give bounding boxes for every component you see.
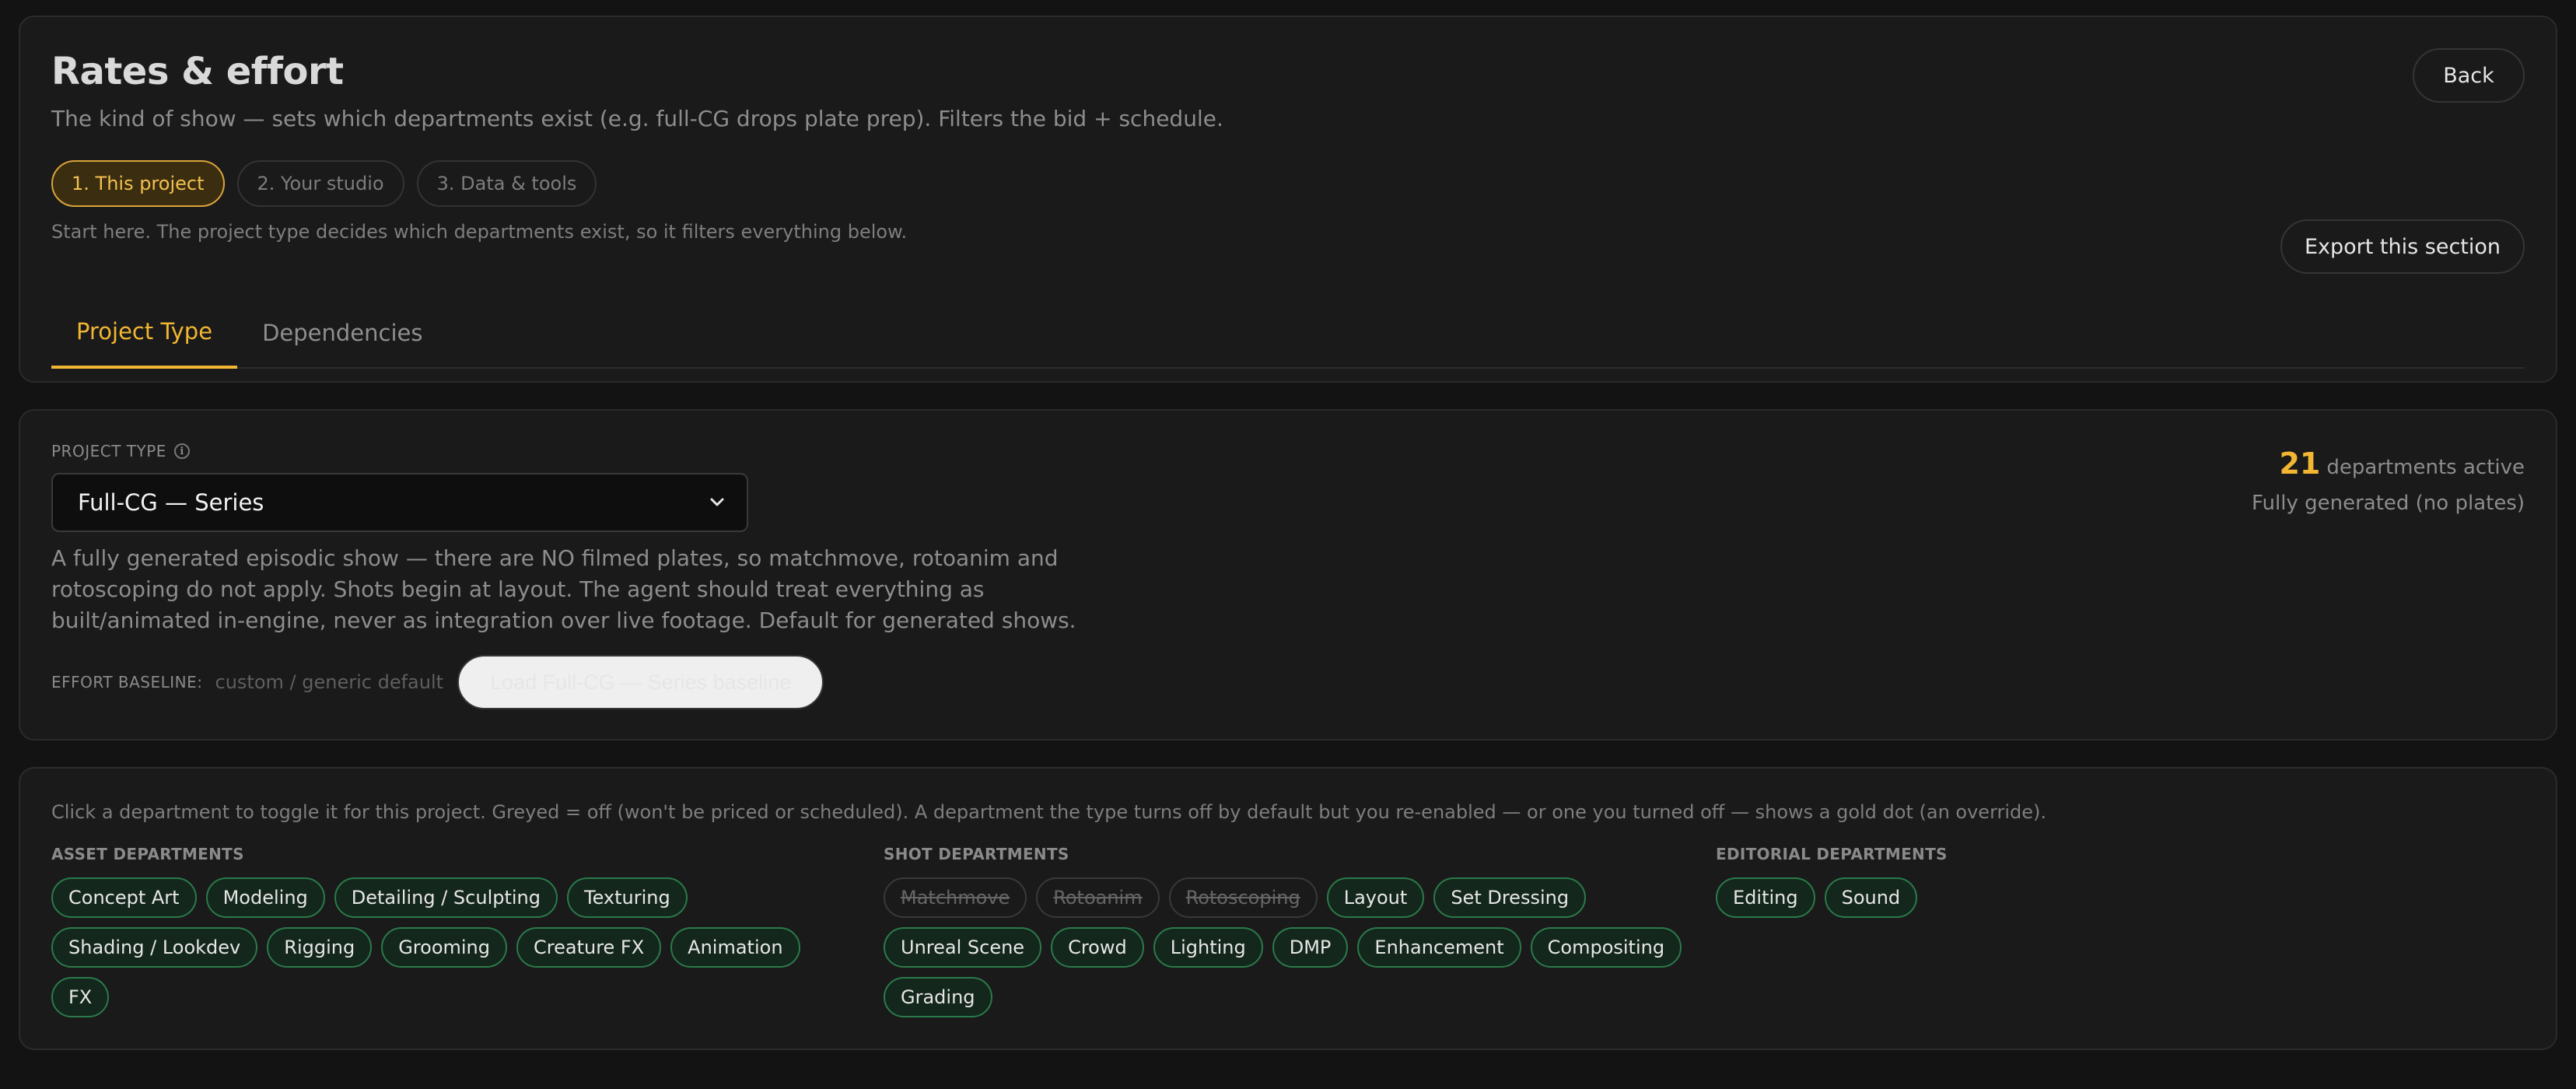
department-chip-concept-art[interactable]: Concept Art bbox=[51, 877, 197, 918]
shot-departments-chips: Matchmove Rotoanim Rotoscoping Layout Set Dr… bbox=[884, 877, 1692, 1017]
load-baseline-button[interactable]: Load Full-CG — Series baseline bbox=[457, 655, 824, 709]
tab-dependencies[interactable]: Dependencies bbox=[237, 297, 447, 369]
tab-project-type[interactable]: Project Type bbox=[51, 297, 238, 369]
effort-baseline-label: EFFORT BASELINE: bbox=[51, 673, 203, 692]
export-section-button[interactable]: Export this section bbox=[2280, 219, 2525, 274]
department-chip-grooming[interactable]: Grooming bbox=[381, 927, 507, 968]
department-chip-enhancement[interactable]: Enhancement bbox=[1357, 927, 1521, 968]
asset-departments-title: ASSET DEPARTMENTS bbox=[51, 845, 244, 863]
department-chip-crowd[interactable]: Crowd bbox=[1051, 927, 1144, 968]
shot-departments-column: SHOT DEPARTMENTS Matchmove Rotoanim Rotosc… bbox=[884, 845, 1692, 1017]
department-chip-matchmove[interactable]: Matchmove bbox=[884, 877, 1027, 918]
department-chip-shading-lookdev[interactable]: Shading / Lookdev bbox=[51, 927, 258, 968]
department-chip-grading[interactable]: Grading bbox=[884, 977, 992, 1017]
chevron-down-icon bbox=[710, 498, 724, 506]
department-chip-set-dressing[interactable]: Set Dressing bbox=[1433, 877, 1587, 918]
project-type-summary: Fully generated (no plates) bbox=[2252, 492, 2525, 515]
step-data-tools[interactable]: 3. Data & tools bbox=[416, 160, 597, 207]
department-chip-fx[interactable]: FX bbox=[51, 977, 110, 1017]
asset-departments-column: ASSET DEPARTMENTS Concept Art Modeling Det… bbox=[51, 845, 860, 1017]
step-your-studio[interactable]: 2. Your studio bbox=[236, 160, 404, 207]
department-chip-modeling[interactable]: Modeling bbox=[205, 877, 325, 918]
department-chip-layout[interactable]: Layout bbox=[1326, 877, 1425, 918]
department-chip-lighting[interactable]: Lighting bbox=[1153, 927, 1263, 968]
department-chip-rigging[interactable]: Rigging bbox=[267, 927, 373, 968]
departments-active-count: 21 bbox=[2279, 446, 2321, 481]
shot-departments-title: SHOT DEPARTMENTS bbox=[884, 845, 1069, 863]
steps-hint: Start here. The project type decides whi… bbox=[51, 221, 908, 243]
department-chip-unreal-scene[interactable]: Unreal Scene bbox=[884, 927, 1042, 968]
back-button[interactable]: Back bbox=[2413, 48, 2525, 103]
departments-active-summary: 21 departments active Fully generated (n… bbox=[2252, 446, 2525, 515]
project-type-select[interactable]: Full-CG — Series bbox=[51, 473, 748, 532]
project-type-description: A fully generated episodic show — there … bbox=[51, 545, 1076, 633]
departments-active-label: departments active bbox=[2326, 456, 2525, 479]
info-icon[interactable]: i bbox=[173, 443, 190, 459]
editorial-departments-title: EDITORIAL DEPARTMENTS bbox=[1716, 845, 1948, 863]
departments-hint: Click a department to toggle it for this… bbox=[51, 801, 2047, 823]
departments-card: Click a department to toggle it for this… bbox=[19, 767, 2557, 1050]
header-card: Rates & effort The kind of show — sets w… bbox=[19, 16, 2557, 383]
effort-baseline-value: custom / generic default bbox=[215, 671, 444, 693]
department-chip-dmp[interactable]: DMP bbox=[1272, 927, 1349, 968]
department-chip-creature-fx[interactable]: Creature FX bbox=[516, 927, 662, 968]
tab-bar: Project Type Dependencies bbox=[51, 297, 2525, 369]
step-this-project[interactable]: 1. This project bbox=[51, 160, 225, 207]
project-type-card: PROJECT TYPE i Full-CG — Series A fully … bbox=[19, 409, 2557, 741]
project-type-label: PROJECT TYPE bbox=[51, 442, 166, 460]
asset-departments-chips: Concept Art Modeling Detailing / Sculpting… bbox=[51, 877, 860, 1017]
page-title: Rates & effort bbox=[51, 50, 344, 93]
department-chip-detailing-sculpting[interactable]: Detailing / Sculpting bbox=[334, 877, 558, 918]
page-subtitle: The kind of show — sets which department… bbox=[51, 106, 1223, 131]
department-chip-editing[interactable]: Editing bbox=[1716, 877, 1815, 918]
department-chip-texturing[interactable]: Texturing bbox=[567, 877, 688, 918]
department-chip-sound[interactable]: Sound bbox=[1824, 877, 1918, 918]
department-chip-compositing[interactable]: Compositing bbox=[1530, 927, 1682, 968]
effort-baseline-row: EFFORT BASELINE: custom / generic defaul… bbox=[51, 655, 824, 709]
department-chip-rotoanim[interactable]: Rotoanim bbox=[1036, 877, 1160, 918]
project-type-selected-value: Full-CG — Series bbox=[78, 489, 264, 516]
department-chip-animation[interactable]: Animation bbox=[670, 927, 800, 968]
project-type-label-row: PROJECT TYPE i bbox=[51, 442, 190, 460]
editorial-departments-chips: Editing Sound bbox=[1716, 877, 2416, 918]
step-nav: 1. This project 2. Your studio 3. Data &… bbox=[51, 160, 597, 207]
editorial-departments-column: EDITORIAL DEPARTMENTS Editing Sound bbox=[1716, 845, 2416, 918]
department-chip-rotoscoping[interactable]: Rotoscoping bbox=[1168, 877, 1318, 918]
